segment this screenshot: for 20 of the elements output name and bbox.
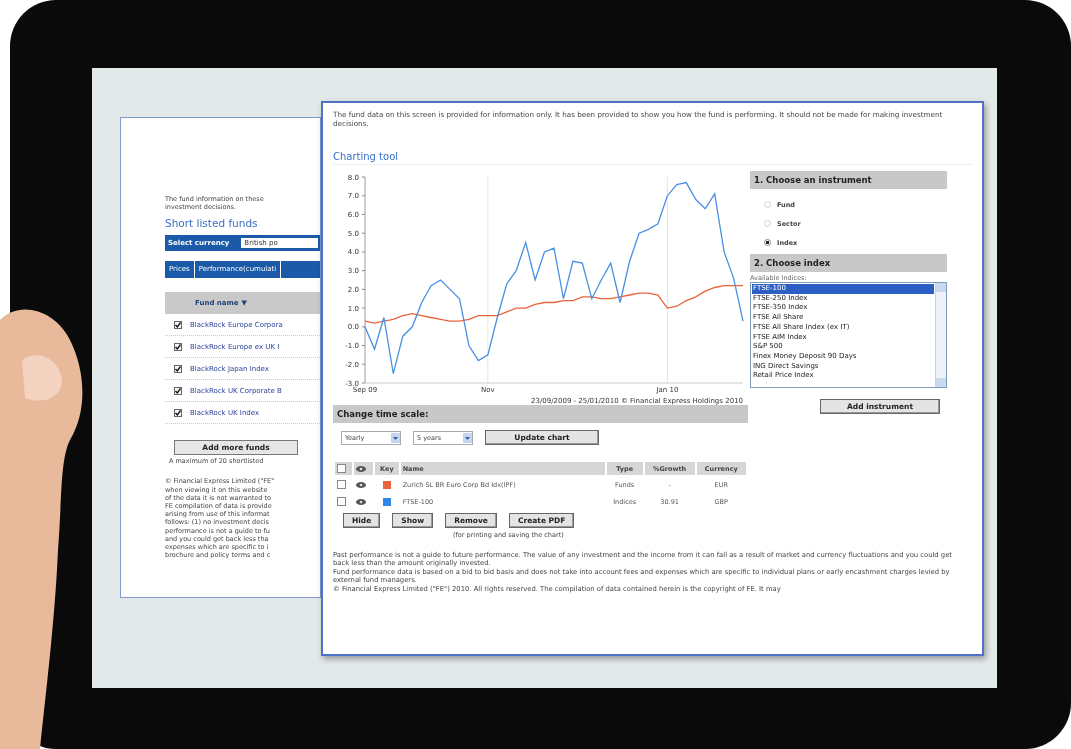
eye-icon[interactable] [356, 481, 367, 488]
section-bar: Change time scale: [333, 405, 748, 423]
section-heading: Charting tool [333, 151, 972, 165]
checkbox[interactable] [337, 480, 346, 489]
checkbox[interactable] [174, 408, 182, 417]
scrollbar[interactable] [935, 283, 946, 387]
caret-icon [391, 432, 400, 443]
section-heading: Short listed funds [165, 217, 259, 230]
section-bar: 1. Choose an instrument [750, 171, 947, 189]
caret-icon [463, 432, 472, 443]
section-bar: 2. Choose index [750, 254, 947, 272]
checkbox[interactable] [337, 464, 346, 473]
checkbox[interactable] [174, 320, 182, 329]
checkbox[interactable] [174, 342, 182, 351]
checkbox[interactable] [337, 497, 346, 506]
eye-icon[interactable] [356, 498, 367, 505]
checkbox[interactable] [174, 386, 182, 395]
radio-button[interactable] [764, 239, 771, 246]
eye-icon[interactable] [356, 465, 367, 472]
checkbox[interactable] [174, 364, 182, 373]
